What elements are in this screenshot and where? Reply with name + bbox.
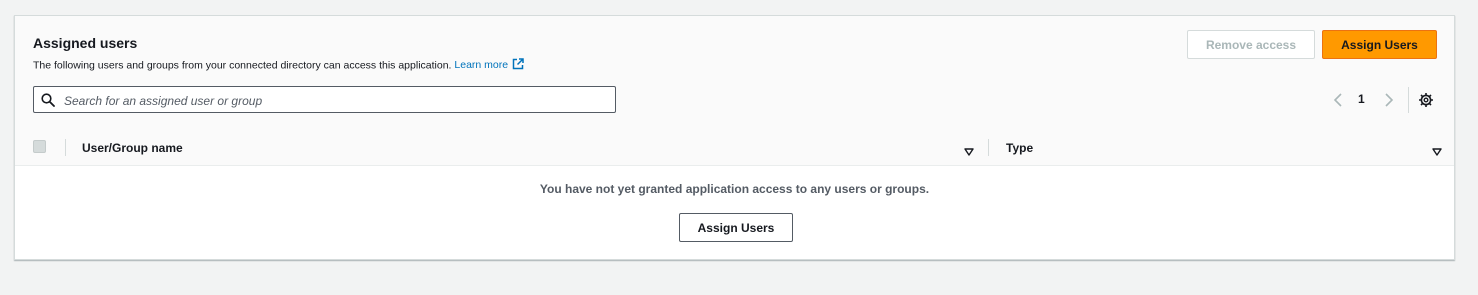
description-text: The following users and groups from your…	[33, 59, 452, 72]
search-icon	[41, 93, 55, 112]
external-link-icon	[512, 58, 524, 73]
sort-caret-icon[interactable]	[964, 143, 974, 161]
current-page-number[interactable]: 1	[1358, 92, 1365, 106]
search-input[interactable]	[62, 87, 606, 114]
search-field[interactable]	[33, 86, 616, 114]
chevron-right-icon[interactable]	[1384, 93, 1394, 112]
column-divider	[988, 139, 989, 156]
column-divider	[65, 139, 66, 156]
assign-users-button[interactable]: Assign Users	[1322, 30, 1437, 59]
assigned-users-panel: Assigned users The following users and g…	[14, 15, 1455, 260]
learn-more-link[interactable]: Learn more	[454, 58, 524, 73]
column-header-user-group-name[interactable]: User/Group name	[82, 141, 183, 155]
empty-state-assign-users-button[interactable]: Assign Users	[679, 213, 793, 242]
chevron-left-icon[interactable]	[1333, 93, 1343, 112]
empty-state-message: You have not yet granted application acc…	[539, 182, 930, 196]
column-header-type[interactable]: Type	[1006, 141, 1033, 155]
select-all-checkbox[interactable]	[33, 140, 46, 153]
table-header: User/Group name Type	[15, 130, 1454, 166]
pagination-divider	[1408, 87, 1409, 113]
sort-caret-icon[interactable]	[1432, 143, 1442, 161]
panel-header: Assigned users The following users and g…	[15, 16, 1454, 131]
panel-title: Assigned users	[33, 35, 138, 51]
settings-gear-icon[interactable]	[1418, 92, 1434, 113]
remove-access-button[interactable]: Remove access	[1187, 30, 1315, 59]
learn-more-label: Learn more	[454, 59, 509, 72]
panel-description: The following users and groups from your…	[33, 58, 524, 73]
